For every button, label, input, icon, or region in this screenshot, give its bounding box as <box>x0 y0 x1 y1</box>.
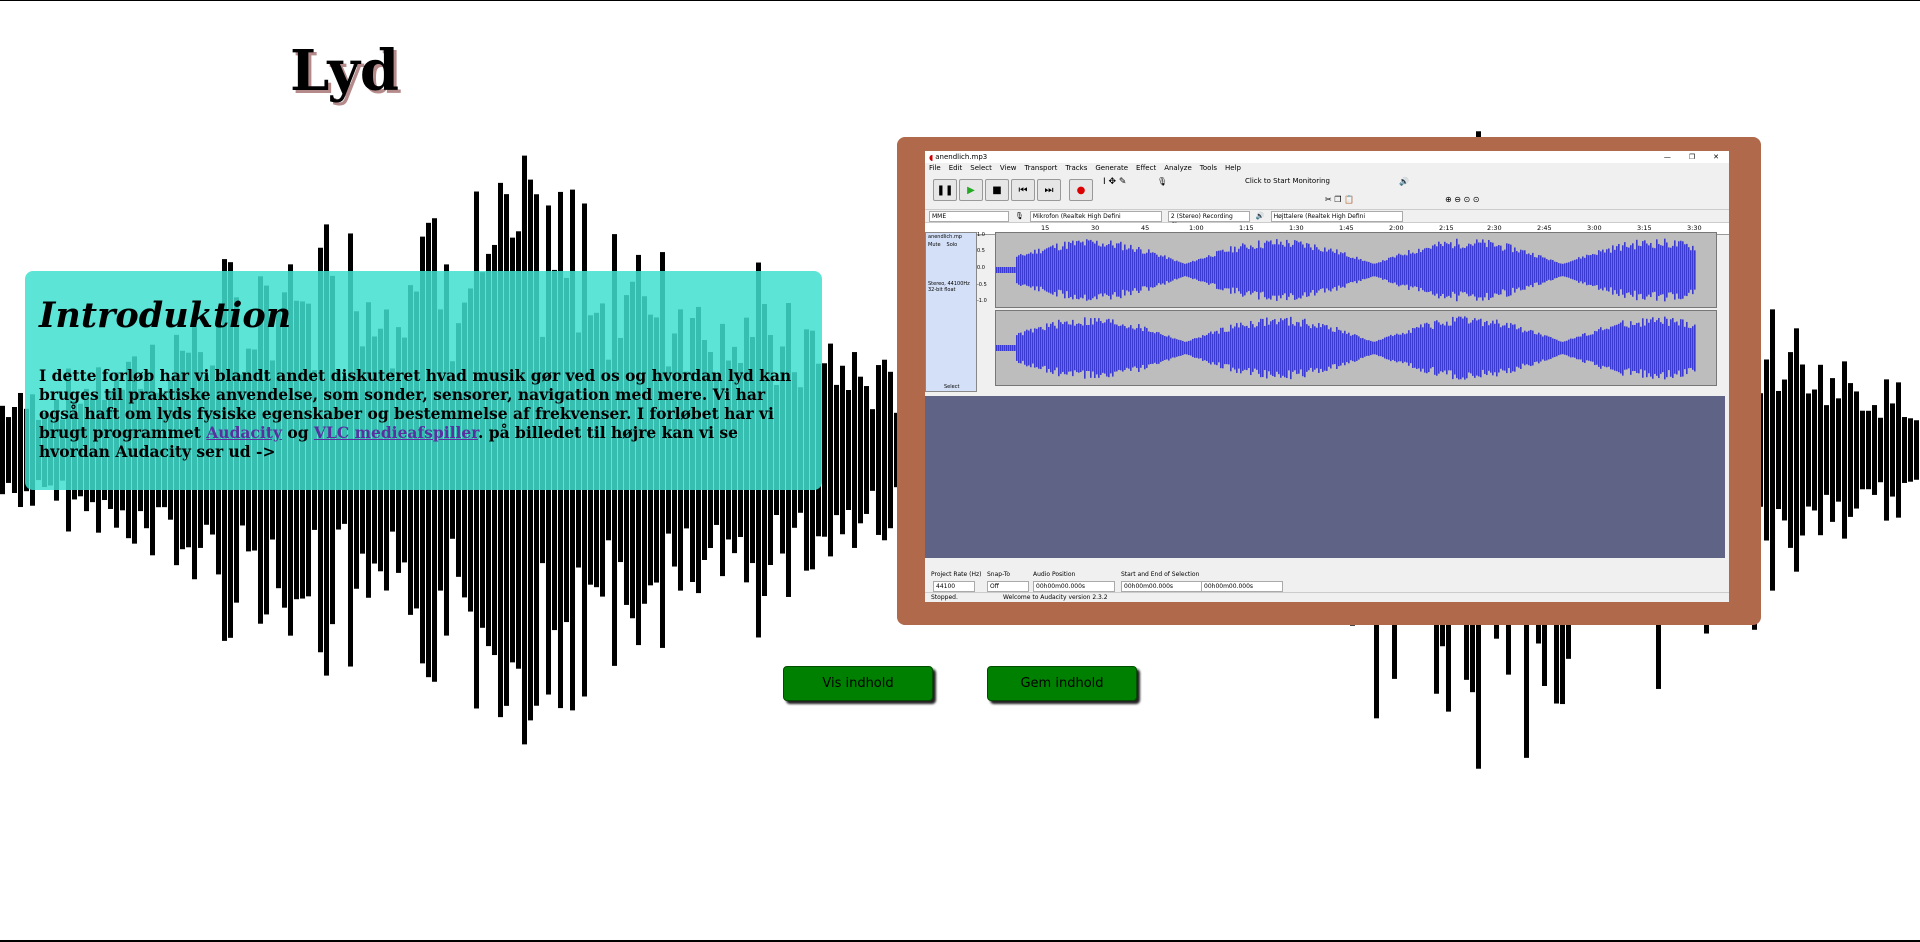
timeline-tick: 1:15 <box>1239 224 1254 232</box>
snap-to-label: Snap-To <box>987 571 1011 578</box>
mic-device-icon: 🎙 <box>1015 212 1024 220</box>
monitor-hint: Click to Start Monitoring <box>1245 177 1330 185</box>
scale-label: 0.0 <box>977 265 985 271</box>
track-control-panel: anendlich.mp Mute Solo Stereo, 44100Hz 3… <box>925 232 977 392</box>
scale-label: -1.0 <box>977 298 987 304</box>
timeline-tick: 30 <box>1091 224 1100 232</box>
intro-text: I dette forløb har vi blandt andet disku… <box>39 366 808 461</box>
menu-generate: Generate <box>1095 164 1129 172</box>
project-rate-label: Project Rate (Hz) <box>931 571 982 578</box>
snap-to-select: Off <box>987 581 1029 592</box>
page-title: Lyd <box>290 38 400 104</box>
menu-tracks: Tracks <box>1065 164 1088 172</box>
maximize-icon: ❐ <box>1688 153 1696 161</box>
channels-select: 2 (Stereo) Recording Chan <box>1167 210 1250 229</box>
status-message: Welcome to Audacity version 2.3.2 <box>1003 594 1108 601</box>
audacity-link[interactable]: Audacity <box>206 423 282 442</box>
timeline-tick: 2:45 <box>1537 224 1552 232</box>
vlc-link[interactable]: VLC medieafspiller <box>314 423 478 442</box>
timeline-tick: 1:30 <box>1289 224 1304 232</box>
track-select-button: Select <box>944 384 960 390</box>
scale-label: 0.5 <box>977 248 985 254</box>
show-content-button[interactable]: Vis indhold <box>783 666 933 701</box>
menu-select: Select <box>970 164 992 172</box>
scale-label: -0.5 <box>977 282 987 288</box>
intro-section: Introduktion I dette forløb har vi bland… <box>25 271 822 490</box>
solo-button: Solo <box>946 242 958 248</box>
mic-icon: 🎙 <box>1157 177 1168 186</box>
window-controls: — ❐ ✕ <box>1664 153 1729 161</box>
speaker-device-icon: 🔊 <box>1255 212 1265 220</box>
track-info-format: 32-bit float <box>928 287 956 293</box>
device-toolbar: MME 🎙 Mikrofon (Realtek High Defini 2 (S… <box>925 210 1729 229</box>
record-icon: ● <box>1069 179 1093 201</box>
track-amplitude-scale: 1.0 0.5 0.0 -0.5 -1.0 <box>977 232 993 390</box>
timeline-tick: 1:45 <box>1339 224 1354 232</box>
host-select: MME <box>929 210 1009 222</box>
empty-track-area <box>925 396 1725 558</box>
project-rate-select: 44100 <box>933 581 975 592</box>
mic-select: Mikrofon (Realtek High Defini <box>1029 210 1162 222</box>
top-border <box>0 0 1920 1</box>
track-name: anendlich.mp <box>928 234 962 240</box>
speaker-icon: 🔊 <box>1399 177 1409 186</box>
audio-position-label: Audio Position <box>1033 571 1076 578</box>
audacity-toolbar: ❚❚ ▶ ■ ⏮ ⏭ ● I ✥ ✎ 🎙 Click to Start Moni… <box>925 173 1729 210</box>
close-icon: ✕ <box>1713 153 1719 161</box>
timeline-tick: 2:00 <box>1389 224 1404 232</box>
audio-position-value: 00h00m00.000s <box>1033 581 1115 592</box>
edit-tools-icon: ✂ ❐ 📋 <box>1325 195 1354 204</box>
tools-icon: I ✥ ✎ <box>1103 177 1127 187</box>
timeline-tick: 2:15 <box>1439 224 1454 232</box>
scale-label: 1.0 <box>977 232 985 238</box>
play-icon: ▶ <box>959 179 983 201</box>
menu-effect: Effect <box>1136 164 1157 172</box>
timeline-tick: 2:30 <box>1487 224 1502 232</box>
mute-button: Mute <box>928 242 941 248</box>
audio-tracks: anendlich.mp Mute Solo Stereo, 44100Hz 3… <box>925 232 1729 394</box>
audacity-statusbar: Stopped. Welcome to Audacity version 2.3… <box>925 592 1729 602</box>
screenshot-frame: ◖ anendlich.mp3 — ❐ ✕ File Edit Select V… <box>897 137 1761 625</box>
pause-icon: ❚❚ <box>933 179 957 201</box>
selection-toolbar: Project Rate (Hz) 44100 Snap-To Off Audi… <box>925 569 1729 592</box>
stop-icon: ■ <box>985 179 1009 201</box>
selection-label: Start and End of Selection <box>1121 571 1200 578</box>
audacity-titlebar: ◖ anendlich.mp3 — ❐ ✕ <box>925 151 1729 163</box>
menu-tools: Tools <box>1199 164 1218 172</box>
menu-help: Help <box>1225 164 1242 172</box>
skip-end-icon: ⏭ <box>1037 179 1061 201</box>
waveform-channel-left <box>995 232 1717 308</box>
status-state: Stopped. <box>931 594 958 601</box>
menu-view: View <box>999 164 1017 172</box>
timeline-tick: 3:00 <box>1587 224 1602 232</box>
timeline-tick: 3:30 <box>1687 224 1702 232</box>
selection-start-value: 00h00m00.000s <box>1121 581 1203 592</box>
audacity-menubar: File Edit Select View Transport Tracks G… <box>925 163 1729 173</box>
intro-heading: Introduktion <box>39 295 292 336</box>
speaker-select: Højttalere (Realtek High Defini <box>1270 210 1403 222</box>
audacity-screenshot: ◖ anendlich.mp3 — ❐ ✕ File Edit Select V… <box>925 151 1729 602</box>
audacity-window-title: anendlich.mp3 <box>935 153 988 161</box>
menu-file: File <box>929 164 941 172</box>
timeline-tick: 3:15 <box>1637 224 1652 232</box>
hide-content-button[interactable]: Gem indhold <box>987 666 1137 701</box>
zoom-icon: ⊕ ⊖ ⊙ ⊙ <box>1445 195 1480 204</box>
timeline-tick: 15 <box>1041 224 1050 232</box>
waveform-channel-right <box>995 310 1717 386</box>
audacity-logo-icon: ◖ <box>929 152 934 162</box>
intro-text-and: og <box>281 423 314 442</box>
skip-start-icon: ⏮ <box>1011 179 1035 201</box>
timeline-tick: 45 <box>1141 224 1150 232</box>
minimize-icon: — <box>1663 153 1671 161</box>
timeline-tick: 1:00 <box>1189 224 1204 232</box>
menu-edit: Edit <box>948 164 963 172</box>
menu-analyze: Analyze <box>1164 164 1192 172</box>
selection-end-value: 00h00m00.000s <box>1201 581 1283 592</box>
menu-transport: Transport <box>1024 164 1058 172</box>
